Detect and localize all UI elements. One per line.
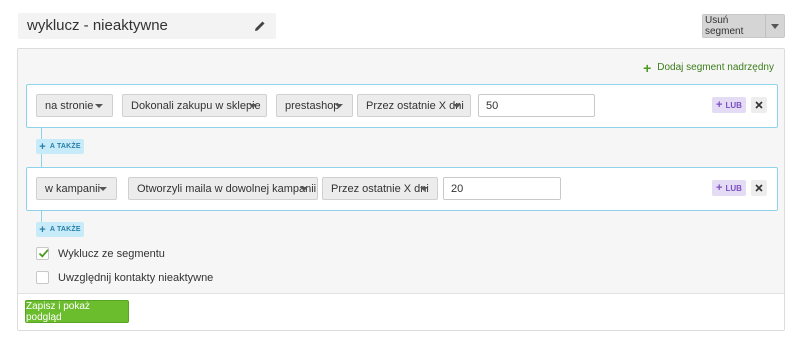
condition-row: w kampanii Otworzyli maila w dowolnej ka… <box>26 167 778 211</box>
close-icon <box>755 101 763 109</box>
close-icon <box>755 184 763 192</box>
remove-segment-label: Usuń segment <box>703 15 766 37</box>
action-select-value: Dokonali zakupu w sklepie <box>131 99 261 112</box>
chevron-down-icon <box>420 187 428 191</box>
segment-editor-panel: + Dodaj segment nadrzędny na stronie Dok… <box>17 48 785 331</box>
remove-condition-button[interactable] <box>751 180 767 196</box>
add-parent-segment-label: Dodaj segment nadrzędny <box>657 62 774 73</box>
plus-icon: + <box>716 182 723 194</box>
or-button[interactable]: + LUB <box>712 97 746 113</box>
days-input-value: 20 <box>451 182 464 195</box>
exclude-checkbox[interactable] <box>36 247 49 260</box>
plus-icon: + <box>716 99 723 111</box>
and-button[interactable]: + A TAKŻE <box>36 222 84 237</box>
segment-name-field[interactable]: wyklucz - nieaktywne <box>18 13 276 39</box>
chevron-down-icon <box>95 104 103 108</box>
save-and-preview-button[interactable]: Zapisz i pokaż podgląd <box>25 300 129 323</box>
pencil-icon[interactable] <box>254 20 266 32</box>
scope-select[interactable]: na stronie <box>36 94 113 117</box>
chevron-down-icon <box>300 187 308 191</box>
action-select-value: Otworzyli maila w dowolnej kampanii <box>137 182 317 195</box>
chevron-down-icon <box>771 23 779 29</box>
include-inactive-label: Uwzględnij kontakty nieaktywne <box>58 271 214 284</box>
chevron-down-icon <box>99 187 107 191</box>
plus-icon: + <box>643 59 652 76</box>
chevron-down-icon <box>335 104 343 108</box>
include-inactive-checkbox[interactable] <box>36 271 49 284</box>
or-label: LUB <box>725 100 742 110</box>
connector-line <box>41 154 42 167</box>
exclude-option[interactable]: Wyklucz ze segmentu <box>36 247 165 260</box>
scope-select-value: w kampanii <box>45 182 101 195</box>
plus-icon: + <box>39 140 46 153</box>
period-select-value: Przez ostatnie X dni <box>331 182 429 195</box>
action-select[interactable]: Otworzyli maila w dowolnej kampanii <box>128 177 318 200</box>
include-inactive-option[interactable]: Uwzględnij kontakty nieaktywne <box>36 271 213 284</box>
plus-icon: + <box>39 223 46 236</box>
exclude-label: Wyklucz ze segmentu <box>58 247 165 260</box>
source-select[interactable]: prestashop <box>276 94 353 117</box>
and-button[interactable]: + A TAKŻE <box>36 139 84 154</box>
source-select-value: prestashop <box>285 99 340 112</box>
or-button[interactable]: + LUB <box>712 180 746 196</box>
days-input-value: 50 <box>486 99 499 112</box>
or-label: LUB <box>725 183 742 193</box>
remove-segment-button[interactable]: Usuń segment <box>702 14 785 38</box>
chevron-down-icon <box>249 104 257 108</box>
scope-select-value: na stronie <box>45 99 94 112</box>
days-input[interactable]: 50 <box>478 94 595 117</box>
and-label: A TAKŻE <box>49 226 81 233</box>
remove-condition-button[interactable] <box>751 97 767 113</box>
condition-row: na stronie Dokonali zakupu w sklepie pre… <box>26 84 778 128</box>
period-select[interactable]: Przez ostatnie X dni <box>322 177 438 200</box>
days-input[interactable]: 20 <box>443 177 561 200</box>
add-parent-segment-link[interactable]: + Dodaj segment nadrzędny <box>643 59 774 76</box>
panel-footer: Zapisz i pokaż podgląd <box>18 293 784 330</box>
chevron-down-icon <box>453 104 461 108</box>
remove-segment-dropdown-toggle[interactable] <box>766 15 784 37</box>
and-label: A TAKŻE <box>49 143 81 150</box>
segment-name: wyklucz - nieaktywne <box>27 17 168 34</box>
action-select[interactable]: Dokonali zakupu w sklepie <box>122 94 267 117</box>
period-select[interactable]: Przez ostatnie X dni <box>357 94 471 117</box>
scope-select[interactable]: w kampanii <box>36 177 117 200</box>
checkmark-icon <box>38 249 49 258</box>
period-select-value: Przez ostatnie X dni <box>366 99 464 112</box>
